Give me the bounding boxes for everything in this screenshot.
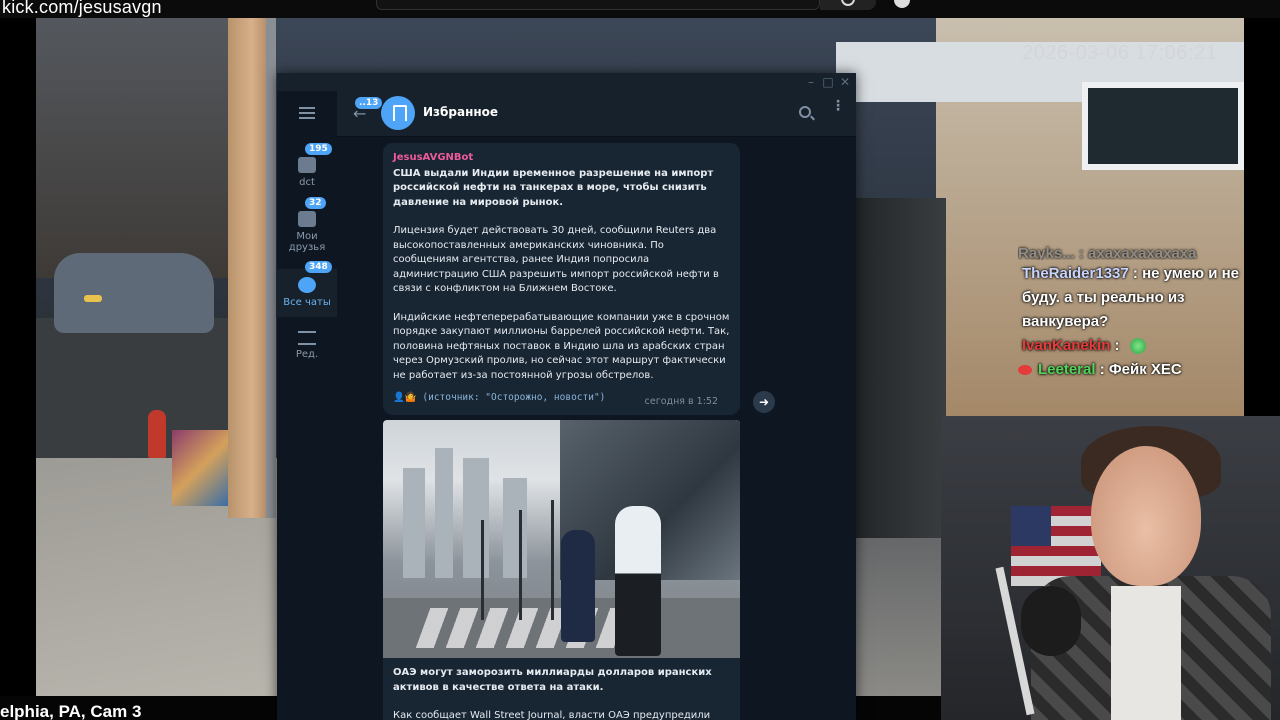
sliders-icon [298, 331, 316, 345]
pedestrian [561, 530, 595, 642]
folder-label: Мои друзья [288, 231, 326, 253]
chat-cut-line: Rayks... : ахахахахахаха [1018, 245, 1197, 260]
folder-sidebar: 195 dct 32 Мои друзья 348 Все чаты Ред. [277, 91, 337, 720]
message-headline: ОАЭ могут заморозить миллиарды долларов … [393, 667, 712, 693]
traffic-pole [481, 520, 484, 620]
telegram-window: – □ ✕ 195 dct 32 Мои друзья 348 Все чаты… [277, 73, 856, 720]
message-time: сегодня в 1:52 [644, 395, 718, 407]
chats-icon [298, 277, 316, 293]
chat-title[interactable]: Избранное [423, 105, 498, 119]
message-photo[interactable] [383, 420, 740, 658]
building-window [1082, 82, 1244, 170]
maximize-icon[interactable]: □ [821, 75, 835, 89]
traffic-pole [551, 500, 554, 620]
badge-icon [1018, 365, 1032, 376]
storefront [856, 198, 946, 538]
folder-label: Все чаты [283, 297, 331, 308]
close-icon[interactable]: ✕ [838, 75, 852, 89]
folder-edit[interactable]: Ред. [277, 325, 337, 369]
folder-label: Ред. [295, 349, 319, 360]
us-flag [1011, 506, 1101, 586]
painted-utility-box [172, 430, 228, 506]
skyscraper [403, 468, 425, 578]
chat-username: Leeteral [1038, 361, 1096, 378]
search-icon[interactable] [799, 106, 811, 118]
unread-badge: 195 [305, 143, 332, 155]
message-paragraph: Индийские нефтеперерабатывающие компании… [393, 311, 730, 381]
streamer-shirt [1111, 586, 1181, 720]
back-unread-badge: ..13 [355, 97, 383, 109]
skyscraper [503, 478, 527, 578]
menu-icon[interactable] [299, 107, 315, 119]
fire-hydrant [148, 410, 166, 458]
unread-badge: 32 [305, 197, 326, 209]
microphone [1021, 586, 1081, 656]
emote-icon [1129, 338, 1146, 355]
streamer-webcam [941, 416, 1280, 720]
stream-url: kick.com/jesusavgn [2, 0, 162, 17]
chat-text: : [1114, 337, 1120, 354]
chat-text: : Фейк ХЕС [1099, 361, 1182, 378]
skyscraper [435, 448, 453, 578]
message-bubble[interactable]: ОАЭ могут заморозить миллиарды долларов … [383, 658, 740, 720]
skyscraper [463, 458, 489, 578]
folder-icon [298, 157, 316, 173]
chat-message: Leeteral : Фейк ХЕС [1018, 358, 1250, 382]
message-bubble[interactable]: JesusAVGNBot США выдали Индии временное … [383, 143, 740, 415]
camera-label: elphia, PA, Cam 3 [0, 702, 142, 720]
message-sender[interactable]: JesusAVGNBot [393, 151, 730, 166]
chat-message: TheRaider1337 : не умею и не буду. а ты … [1022, 262, 1250, 334]
search-input[interactable] [376, 0, 820, 10]
search-icon [841, 0, 855, 6]
streamer-face [1091, 446, 1201, 586]
chat-header: ← ..13 Избранное ⋮ [337, 91, 856, 137]
camera-timestamp: 2026-03-06 17:06:21 [1022, 42, 1218, 64]
chat-username: TheRaider1337 [1022, 265, 1129, 282]
message-paragraph: Лицензия будет действовать 30 дней, сооб… [393, 225, 719, 294]
window-titlebar: – □ ✕ [277, 73, 856, 91]
minimize-icon[interactable]: – [804, 75, 818, 89]
traffic-pole [519, 510, 522, 620]
chat-username: IvanKanekin [1022, 337, 1111, 354]
flag-canton [1011, 506, 1051, 546]
car [54, 253, 214, 333]
unread-badge: 348 [305, 261, 332, 273]
more-vertical-icon[interactable]: ⋮ [831, 99, 845, 113]
folder-all-chats[interactable]: 348 Все чаты [277, 261, 337, 317]
message-headline: США выдали Индии временное разрешение на… [393, 167, 714, 208]
chat-overlay: Rayks... : ахахахахахаха TheRaider1337 :… [1018, 242, 1250, 382]
folder-label: dct [299, 177, 315, 188]
bookmark-icon[interactable] [381, 96, 415, 130]
message-paragraph: Как сообщает Wall Street Journal, власти… [393, 710, 711, 720]
forward-icon[interactable]: ➜ [753, 391, 775, 413]
folder-icon [298, 211, 316, 227]
pedestrian [615, 506, 661, 656]
message-list[interactable]: JesusAVGNBot США выдали Индии временное … [337, 137, 856, 720]
folder-friends[interactable]: 32 Мои друзья [277, 197, 337, 265]
headlight [84, 295, 102, 302]
chat-message: IvanKanekin : [1022, 334, 1250, 358]
search-button[interactable] [820, 0, 876, 10]
steel-column [266, 18, 276, 518]
folder-dct[interactable]: 195 dct [277, 143, 337, 203]
